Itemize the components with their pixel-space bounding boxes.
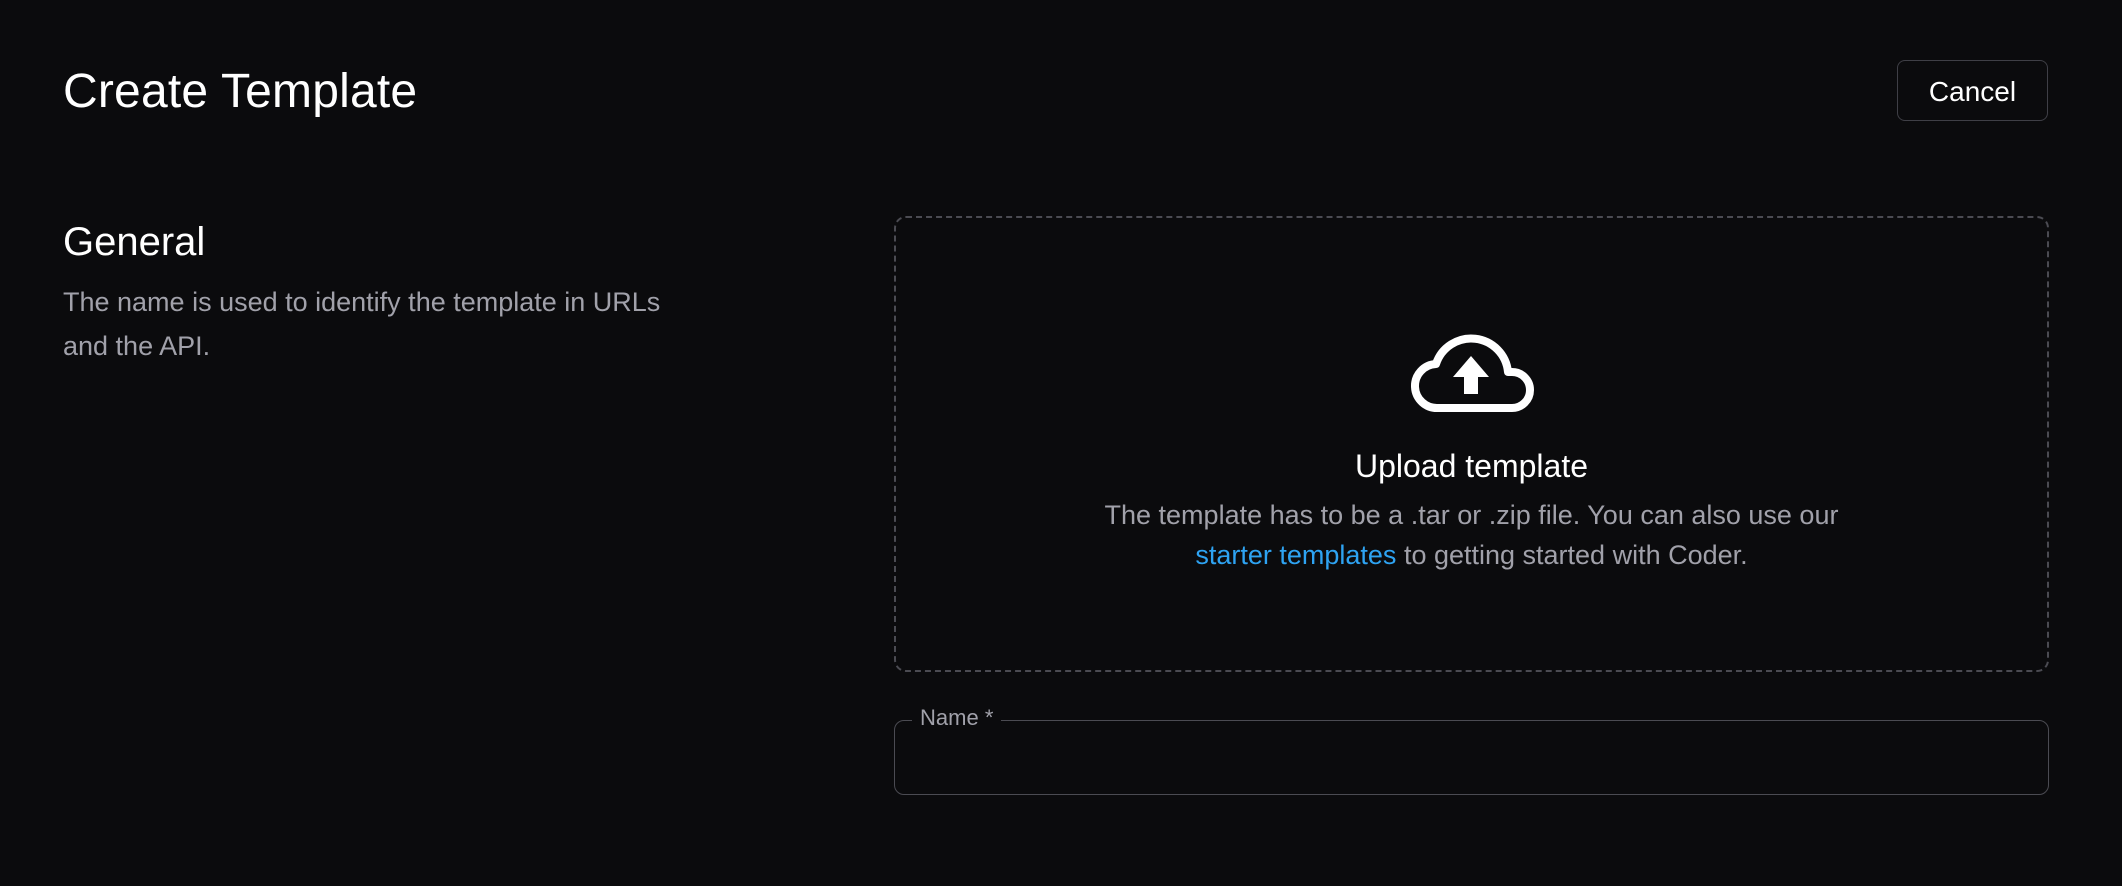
required-marker: *: [984, 705, 994, 730]
upload-template-title: Upload template: [1354, 448, 1589, 484]
general-section-title: General: [63, 220, 206, 264]
upload-template-description: The template has to be a .tar or .zip fi…: [1080, 495, 1863, 575]
name-label-text: Name: [920, 705, 979, 730]
general-section-description: The name is used to identify the templat…: [63, 287, 661, 361]
cloud-upload-icon: [1411, 334, 1534, 412]
starter-templates-link[interactable]: starter templates: [1195, 540, 1396, 570]
create-template-page: Create Template Cancel General The name …: [0, 0, 2122, 886]
page-title: Create Template: [63, 65, 418, 118]
upload-description-text-end: to getting started with Coder.: [1396, 540, 1748, 570]
cancel-button[interactable]: Cancel: [1897, 60, 2048, 121]
name-input[interactable]: [914, 735, 2033, 783]
upload-description-text: The template has to be a .tar or .zip fi…: [1104, 500, 1839, 530]
name-field-label: Name *: [912, 703, 1002, 733]
